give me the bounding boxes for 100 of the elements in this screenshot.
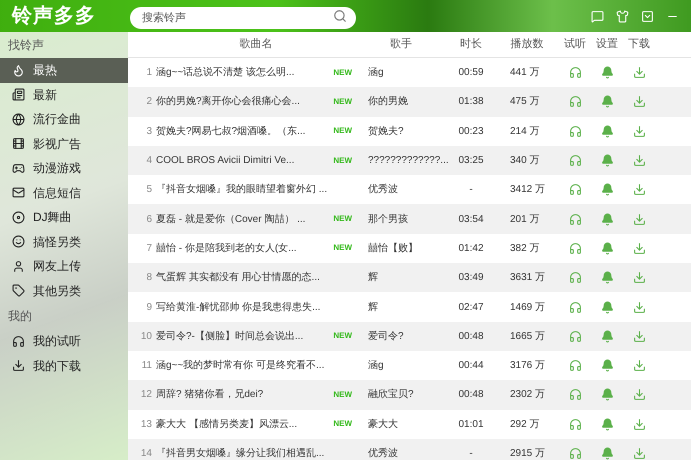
bell-icon[interactable] bbox=[600, 271, 614, 284]
download-icon[interactable] bbox=[632, 359, 646, 372]
sidebar-item[interactable]: 搞怪另类 bbox=[0, 230, 128, 254]
bell-icon[interactable] bbox=[600, 183, 614, 196]
row-number: 14 bbox=[140, 447, 153, 460]
shirt-icon[interactable] bbox=[616, 10, 629, 22]
download-icon[interactable] bbox=[632, 95, 646, 108]
headphones-icon[interactable] bbox=[568, 242, 582, 255]
song-row[interactable]: 10 爱司令?-【侧脸】时间总会说出... NEW 爱司令? 00:48 1665 万 bbox=[128, 322, 691, 351]
bell-icon[interactable] bbox=[600, 154, 614, 168]
singer-name: 优秀波 bbox=[367, 182, 399, 198]
singer-name: 优秀波 bbox=[367, 446, 399, 460]
download-icon[interactable] bbox=[632, 271, 646, 284]
headphones-icon[interactable] bbox=[568, 271, 582, 284]
download-icon[interactable] bbox=[632, 154, 646, 168]
singer-name: 那个男孩 bbox=[367, 212, 409, 227]
headphones-icon[interactable] bbox=[568, 66, 582, 80]
song-row[interactable]: 14 『抖音男女烟嗓』缘分让我们相遇乱... 优秀波 - 2915 万 bbox=[128, 438, 691, 460]
sidebar-item[interactable]: 网友上传 bbox=[0, 254, 128, 278]
row-number: 1 bbox=[145, 66, 153, 80]
download-icon[interactable] bbox=[632, 447, 646, 460]
plays-count: 1665 万 bbox=[509, 330, 546, 344]
headphones-icon[interactable] bbox=[568, 183, 582, 196]
headphones-icon[interactable] bbox=[568, 447, 582, 460]
headphones-icon[interactable] bbox=[568, 154, 582, 168]
download-icon[interactable] bbox=[632, 388, 646, 402]
bell-icon[interactable] bbox=[600, 95, 614, 108]
duration-text: 00:48 bbox=[457, 388, 485, 402]
bell-icon[interactable] bbox=[600, 447, 614, 460]
song-row[interactable]: 12 周辞? 猪猪你看，兄dei? NEW 融欣宝贝? 00:48 2302 万 bbox=[128, 380, 691, 410]
row-number: 4 bbox=[145, 154, 153, 168]
search-field[interactable]: 搜索铃声 bbox=[130, 7, 356, 29]
song-row[interactable]: 6 夏磊 - 就是爱你（Cover 陶喆） ... NEW 那个男孩 03:54 201 万 bbox=[128, 204, 691, 234]
duration-text: 02:47 bbox=[457, 300, 485, 315]
headphones-icon[interactable] bbox=[568, 300, 582, 314]
sidebar-item[interactable]: 其他另类 bbox=[0, 278, 128, 303]
sidebar-item[interactable]: 我的试听 bbox=[0, 329, 128, 354]
song-title: 『抖音男女烟嗓』缘分让我们相遇乱... bbox=[156, 446, 324, 460]
column-header: 下载 bbox=[627, 37, 651, 52]
sidebar-item[interactable]: 最新 bbox=[0, 82, 128, 107]
download-icon[interactable] bbox=[632, 330, 646, 343]
bell-icon[interactable] bbox=[600, 330, 614, 343]
dropdown-icon[interactable] bbox=[641, 10, 654, 22]
new-label: NEW bbox=[333, 388, 352, 401]
bell-icon[interactable] bbox=[600, 124, 614, 138]
tag-icon bbox=[12, 284, 25, 298]
chat-icon[interactable] bbox=[591, 10, 604, 22]
new-label: NEW bbox=[333, 213, 352, 226]
download-icon[interactable] bbox=[632, 300, 646, 314]
download-icon[interactable] bbox=[632, 66, 646, 80]
headphones-icon[interactable] bbox=[568, 212, 582, 226]
song-row[interactable]: 2 你的男娩?离开你心会很痛心会... NEW 你的男娩 01:38 475 万 bbox=[128, 87, 691, 117]
download-icon[interactable] bbox=[632, 418, 646, 431]
duration-text: 03:25 bbox=[457, 154, 485, 168]
plays-count: 1469 万 bbox=[509, 300, 546, 315]
new-label: NEW bbox=[333, 418, 352, 430]
headphones-icon[interactable] bbox=[568, 330, 582, 343]
bell-icon[interactable] bbox=[600, 388, 614, 402]
duration-text: 01:42 bbox=[457, 242, 485, 256]
search-icon[interactable] bbox=[333, 9, 347, 23]
plays-count: 382 万 bbox=[509, 242, 540, 256]
sidebar-item[interactable]: 动漫游戏 bbox=[0, 156, 128, 180]
song-row[interactable]: 4 COOL BROS Avicii Dimitri Ve... NEW ?????????????... 03:25 340 万 bbox=[128, 146, 691, 176]
download-icon[interactable] bbox=[632, 242, 646, 255]
headphones-icon[interactable] bbox=[568, 95, 582, 108]
sidebar-item[interactable]: 信息短信 bbox=[0, 180, 128, 205]
sidebar-item[interactable]: 流行金曲 bbox=[0, 107, 128, 132]
download-icon[interactable] bbox=[632, 212, 646, 226]
new-label: NEW bbox=[333, 330, 352, 342]
bell-icon[interactable] bbox=[600, 300, 614, 314]
song-row[interactable]: 8 气蛋辉 其实都没有 用心甘情愿的态... 辉 03:49 3631 万 bbox=[128, 263, 691, 292]
sidebar-item[interactable]: 影视广告 bbox=[0, 132, 128, 156]
headphones-icon[interactable] bbox=[568, 124, 582, 138]
sidebar-item[interactable]: 我的下载 bbox=[0, 354, 128, 378]
gamepad-icon bbox=[12, 162, 25, 175]
duration-text: - bbox=[468, 183, 474, 198]
download-icon[interactable] bbox=[632, 124, 646, 138]
plays-count: 3631 万 bbox=[509, 271, 546, 286]
plays-count: 292 万 bbox=[509, 418, 540, 432]
download-icon[interactable] bbox=[632, 183, 646, 196]
song-title: 『抖音女烟嗓』我的眼睛望着窗外幻 ... bbox=[156, 182, 328, 198]
headphones-icon[interactable] bbox=[568, 388, 582, 402]
bell-icon[interactable] bbox=[600, 418, 614, 431]
singer-name: 辉 bbox=[367, 270, 379, 286]
flame-icon bbox=[12, 64, 25, 77]
sidebar-item[interactable]: 最热 bbox=[0, 58, 128, 82]
plays-count: 340 万 bbox=[509, 154, 540, 168]
bell-icon[interactable] bbox=[600, 66, 614, 80]
headphones-icon[interactable] bbox=[568, 418, 582, 431]
sidebar-item[interactable]: DJ舞曲 bbox=[0, 205, 128, 230]
bell-icon[interactable] bbox=[600, 212, 614, 226]
song-title: 囍怡 - 你是陪我到老的女人(女... bbox=[156, 242, 297, 256]
sidebar-heading: 找铃声 bbox=[7, 37, 45, 54]
new-label: NEW bbox=[333, 242, 352, 254]
bell-icon[interactable] bbox=[600, 359, 614, 372]
row-number: 8 bbox=[145, 271, 153, 286]
bell-icon[interactable] bbox=[600, 242, 614, 255]
headphones-icon[interactable] bbox=[568, 359, 582, 372]
column-header: 设置 bbox=[595, 37, 619, 52]
face-icon bbox=[12, 235, 25, 248]
